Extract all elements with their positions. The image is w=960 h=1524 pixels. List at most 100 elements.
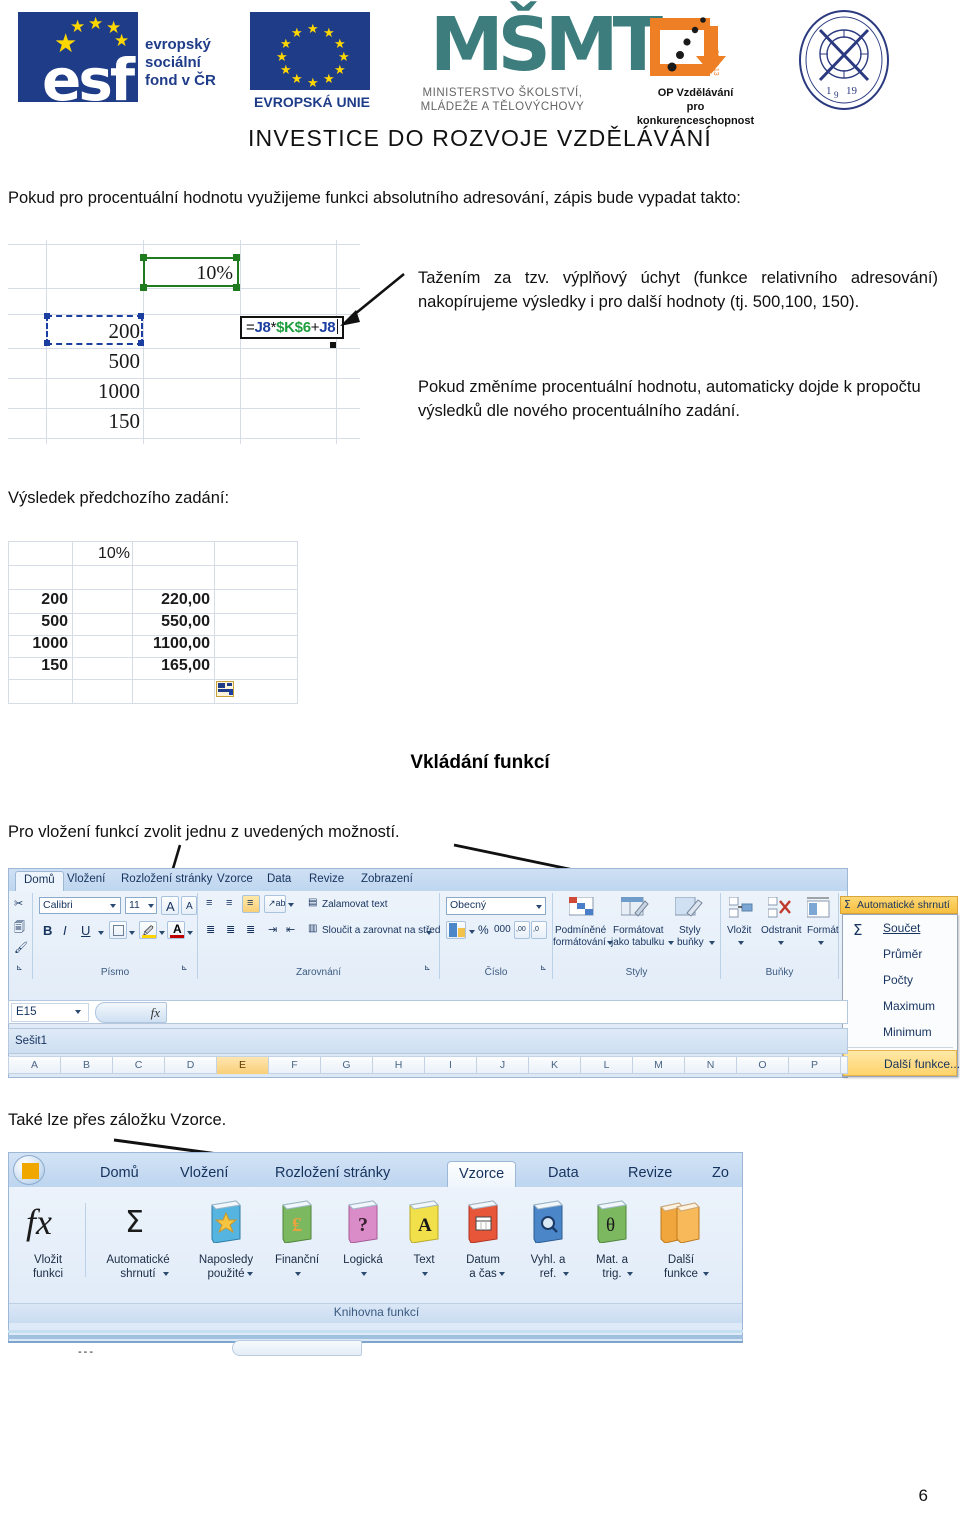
text-button[interactable]: A Text	[397, 1197, 451, 1297]
merge-center-label[interactable]: Sloučit a zarovnat na střed	[322, 925, 440, 936]
column-header-m[interactable]: M	[633, 1057, 685, 1074]
column-header-i[interactable]: I	[425, 1057, 477, 1074]
insert-cells-label[interactable]: Vložit	[727, 925, 751, 936]
font-name-chevron-down-icon[interactable]	[110, 904, 116, 908]
align-middle-icon[interactable]: ≡	[226, 897, 232, 909]
borders-button[interactable]	[109, 921, 127, 939]
cell-styles-label-1[interactable]: Styly	[679, 925, 701, 936]
recently-used-button[interactable]: Naposledy použité	[189, 1197, 263, 1297]
column-header-e[interactable]: E	[217, 1057, 269, 1074]
column-header-d[interactable]: D	[165, 1057, 217, 1074]
copy-icon[interactable]: 🗐	[14, 919, 25, 938]
f-tab-revize[interactable]: Revize	[617, 1161, 683, 1187]
f-tab-domu[interactable]: Domů	[89, 1161, 150, 1187]
format-painter-icon[interactable]: 🖌	[14, 941, 28, 954]
autosum-button[interactable]: Σ Automatické shrnutí	[840, 896, 958, 914]
wrap-text-icon[interactable]: ▤	[308, 897, 317, 908]
column-header-l[interactable]: L	[581, 1057, 633, 1074]
cell-styles-icon[interactable]	[674, 896, 703, 921]
format-cells-chevron-down-icon[interactable]	[818, 941, 824, 945]
cell-styles-chevron-down-icon[interactable]	[709, 941, 715, 945]
format-as-table-icon[interactable]	[620, 896, 649, 921]
number-dialog-launcher-icon[interactable]: ⊾	[540, 963, 547, 972]
align-bottom-button[interactable]: ≡	[242, 895, 260, 913]
bold-button[interactable]: B	[43, 923, 52, 938]
align-top-icon[interactable]: ≡	[206, 897, 212, 909]
conditional-formatting-icon[interactable]	[568, 896, 595, 921]
font-dialog-launcher-icon[interactable]: ⊾	[181, 963, 188, 972]
column-header-b[interactable]: B	[61, 1057, 113, 1074]
tab-zobrazeni[interactable]: Zobrazení	[353, 871, 421, 891]
math-trig-button[interactable]: θ Mat. a trig.	[581, 1197, 643, 1297]
f-tab-data[interactable]: Data	[537, 1161, 590, 1187]
autosum-menu-item-dalsi-funkce[interactable]: Další funkce...	[843, 1050, 960, 1076]
financial-button[interactable]: ₤ Finanční	[265, 1197, 329, 1297]
formula-input[interactable]	[169, 1003, 843, 1022]
column-header-j[interactable]: J	[477, 1057, 529, 1074]
insert-function-button[interactable]: fx Vložit funkci	[13, 1197, 83, 1297]
orientation-button[interactable]: ↗ab	[264, 895, 286, 913]
fill-handle[interactable]	[330, 342, 336, 348]
delete-cells-icon[interactable]	[767, 896, 792, 919]
autosum-menu-item-soucet[interactable]: Σ Součet	[843, 915, 957, 941]
f-tab-vzorce[interactable]: Vzorce	[447, 1161, 517, 1187]
font-size-chevron-down-icon[interactable]	[148, 904, 154, 908]
align-center-icon[interactable]: ≣	[226, 923, 235, 936]
office-button[interactable]	[13, 1155, 45, 1185]
column-header-c[interactable]: C	[113, 1057, 165, 1074]
percent-style-button[interactable]: %	[478, 923, 489, 937]
conditional-formatting-label-2[interactable]: formátování	[553, 937, 606, 948]
logical-chevron-down-icon[interactable]	[361, 1272, 367, 1276]
tab-vzorce[interactable]: Vzorce	[209, 871, 261, 891]
fill-color-chevron-down-icon[interactable]	[159, 931, 165, 935]
align-right-icon[interactable]: ≣	[246, 923, 255, 936]
format-as-table-label-2[interactable]: jako tabulku	[611, 937, 664, 948]
increase-indent-icon[interactable]: ⇤	[286, 923, 295, 936]
selection-handle[interactable]	[233, 254, 240, 261]
f-tab-zobrazeni[interactable]: Zo	[701, 1161, 740, 1187]
autosum-menu-item-maximum[interactable]: Maximum	[843, 993, 957, 1019]
insert-function-fx-button[interactable]: fx	[95, 1002, 167, 1023]
font-color-button[interactable]: A	[167, 921, 185, 939]
cell-styles-label-2[interactable]: buňky	[677, 937, 704, 948]
clipboard-dialog-launcher-icon[interactable]: ⊾	[16, 963, 23, 972]
underline-button[interactable]: U	[81, 923, 90, 938]
selection-handle[interactable]	[140, 284, 147, 291]
f-tab-vlozeni[interactable]: Vložení	[169, 1161, 239, 1187]
column-header-a[interactable]: A	[9, 1057, 61, 1074]
alignment-dialog-launcher-icon[interactable]: ⊾	[424, 963, 431, 972]
fill-options-icon[interactable]	[216, 681, 234, 697]
tab-revize[interactable]: Revize	[301, 871, 352, 891]
orientation-chevron-down-icon[interactable]	[288, 903, 294, 907]
fill-color-button[interactable]: 🖉	[139, 921, 157, 939]
formula-entry-cell[interactable]: =J8*$K$6+J8	[240, 316, 345, 339]
comma-style-button[interactable]: 000	[494, 924, 511, 935]
insert-cells-chevron-down-icon[interactable]	[738, 941, 744, 945]
increase-decimal-button[interactable]: ,00	[514, 921, 530, 939]
autosum-library-chevron-down-icon[interactable]	[163, 1272, 169, 1276]
name-box-chevron-down-icon[interactable]	[75, 1010, 81, 1014]
math-trig-chevron-down-icon[interactable]	[627, 1272, 633, 1276]
font-color-chevron-down-icon[interactable]	[187, 931, 193, 935]
number-format-select[interactable]: Obecný	[446, 897, 546, 915]
italic-button[interactable]: I	[63, 923, 67, 938]
number-format-chevron-down-icon[interactable]	[536, 905, 542, 909]
autosum-menu-item-pocty[interactable]: Počty	[843, 967, 957, 993]
tab-rozlozeni-stranky[interactable]: Rozložení stránky	[113, 871, 220, 891]
text-chevron-down-icon[interactable]	[422, 1272, 428, 1276]
decrease-indent-icon[interactable]: ⇥	[268, 923, 277, 936]
insert-cells-icon[interactable]	[728, 896, 753, 919]
column-header-o[interactable]: O	[737, 1057, 789, 1074]
tab-vlozeni[interactable]: Vložení	[59, 871, 113, 891]
delete-cells-label[interactable]: Odstranit	[761, 925, 802, 936]
logical-button[interactable]: ? Logická	[331, 1197, 395, 1297]
autosum-library-button[interactable]: Σ Automatické shrnutí	[91, 1197, 185, 1297]
autosum-menu-item-minimum[interactable]: Minimum	[843, 1019, 957, 1045]
format-cells-label[interactable]: Formát	[807, 925, 839, 936]
merge-center-chevron-down-icon[interactable]	[426, 931, 432, 935]
more-functions-chevron-down-icon[interactable]	[703, 1272, 709, 1276]
date-time-button[interactable]: Datum a čas	[451, 1197, 515, 1297]
column-header-p[interactable]: P	[789, 1057, 841, 1074]
format-as-table-label-1[interactable]: Formátovat	[613, 925, 664, 936]
accounting-chevron-down-icon[interactable]	[469, 930, 475, 934]
